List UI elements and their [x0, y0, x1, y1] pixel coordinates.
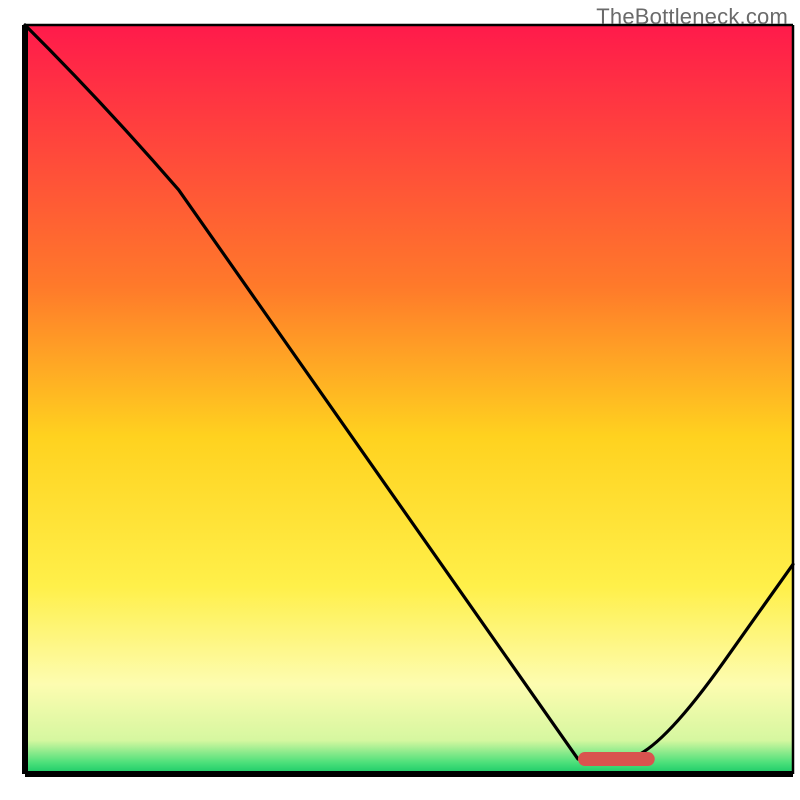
watermark-label: TheBottleneck.com	[596, 4, 788, 30]
plot-background	[25, 25, 793, 774]
bottleneck-chart	[0, 0, 800, 800]
optimal-range-marker	[578, 752, 655, 766]
chart-container: TheBottleneck.com	[0, 0, 800, 800]
